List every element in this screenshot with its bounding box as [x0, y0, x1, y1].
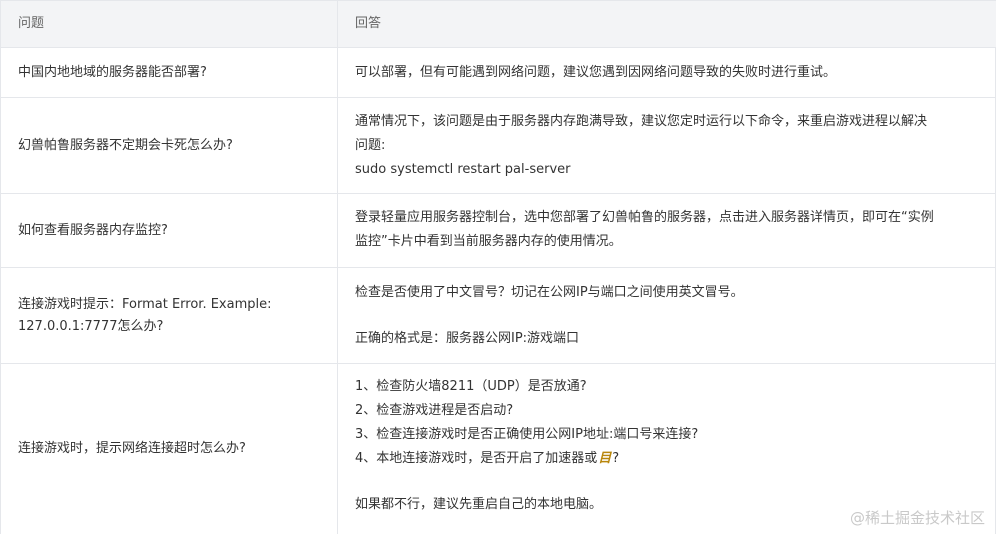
command-line: sudo systemctl restart pal-server [355, 162, 571, 177]
answer-line: 监控”卡片中看到当前服务器内存的使用情况。 [355, 234, 622, 249]
answer-line: 3、检查连接游戏时是否正确使用公网IP地址:端口号来连接? [355, 427, 699, 442]
question-text: 幻兽帕鲁服务器不定期会卡死怎么办? [18, 137, 233, 153]
question-cell: 中国内地地域的服务器能否部署? [1, 48, 338, 97]
watermark: @稀土掘金技术社区 [849, 509, 985, 527]
question-cell: 连接游戏时，提示网络连接超时怎么办? [1, 364, 338, 534]
answer-cell: 登录轻量应用服务器控制台，选中您部署了幻兽帕鲁的服务器，点击进入服务器详情页，即… [338, 194, 996, 267]
question-cell: 幻兽帕鲁服务器不定期会卡死怎么办? [1, 98, 338, 193]
table-row: 连接游戏时提示：Format Error. Example: 127.0.0.1… [1, 268, 996, 364]
header-answer: 回答 [355, 16, 382, 31]
answer-line: 2、检查游戏进程是否启动? [355, 403, 514, 418]
faq-table: 问题 回答 中国内地地域的服务器能否部署? 可以部署，但有可能遇到网络问题，建议… [0, 0, 996, 534]
question-text: 中国内地地域的服务器能否部署? [18, 64, 207, 80]
table-row: 中国内地地域的服务器能否部署? 可以部署，但有可能遇到网络问题，建议您遇到因网络… [1, 48, 996, 98]
answer-line: 通常情况下，该问题是由于服务器内存跑满导致，建议您定时运行以下命令，来重启游戏进… [355, 114, 928, 129]
answer-cell: 可以部署，但有可能遇到网络问题，建议您遇到因网络问题导致的失败时进行重试。 [338, 48, 996, 97]
table-row: 如何查看服务器内存监控? 登录轻量应用服务器控制台，选中您部署了幻兽帕鲁的服务器… [1, 194, 996, 268]
answer-line: 登录轻量应用服务器控制台，选中您部署了幻兽帕鲁的服务器，点击进入服务器详情页，即… [355, 210, 934, 225]
answer-spacer [355, 305, 983, 327]
table-row: 连接游戏时，提示网络连接超时怎么办? 1、检查防火墙8211（UDP）是否放通?… [1, 364, 996, 534]
answer-line: 1、检查防火墙8211（UDP）是否放通? [355, 379, 587, 394]
answer-cell: 通常情况下，该问题是由于服务器内存跑满导致，建议您定时运行以下命令，来重启游戏进… [338, 98, 996, 193]
inline-mark: 目 [598, 451, 612, 466]
answer-spacer [355, 471, 983, 493]
answer-line: 4、本地连接游戏时，是否开启了加速器或目? [355, 447, 983, 471]
answer-cell: 检查是否使用了中文冒号？切记在公网IP与端口之间使用英文冒号。 正确的格式是：服… [338, 268, 996, 363]
answer-line: 可以部署，但有可能遇到网络问题，建议您遇到因网络问题导致的失败时进行重试。 [355, 64, 837, 80]
table-header: 问题 回答 [1, 0, 996, 48]
answer-line: 正确的格式是：服务器公网IP:游戏端口 [355, 331, 580, 346]
answer-line: 检查是否使用了中文冒号？切记在公网IP与端口之间使用英文冒号。 [355, 285, 744, 300]
question-cell: 连接游戏时提示：Format Error. Example: 127.0.0.1… [1, 268, 338, 363]
question-text: 连接游戏时提示：Format Error. Example: [18, 296, 272, 312]
question-text: 连接游戏时，提示网络连接超时怎么办? [18, 441, 246, 456]
answer-line: 问题: [355, 138, 386, 153]
question-text: 如何查看服务器内存监控? [18, 222, 168, 238]
table-row: 幻兽帕鲁服务器不定期会卡死怎么办? 通常情况下，该问题是由于服务器内存跑满导致，… [1, 98, 996, 194]
header-question: 问题 [1, 1, 338, 47]
question-cell: 如何查看服务器内存监控? [1, 194, 338, 267]
question-text: 127.0.0.1:7777怎么办? [18, 318, 164, 334]
inline-mark-suffix: ? [612, 451, 620, 466]
answer-line-text: 4、本地连接游戏时，是否开启了加速器或 [355, 451, 598, 466]
